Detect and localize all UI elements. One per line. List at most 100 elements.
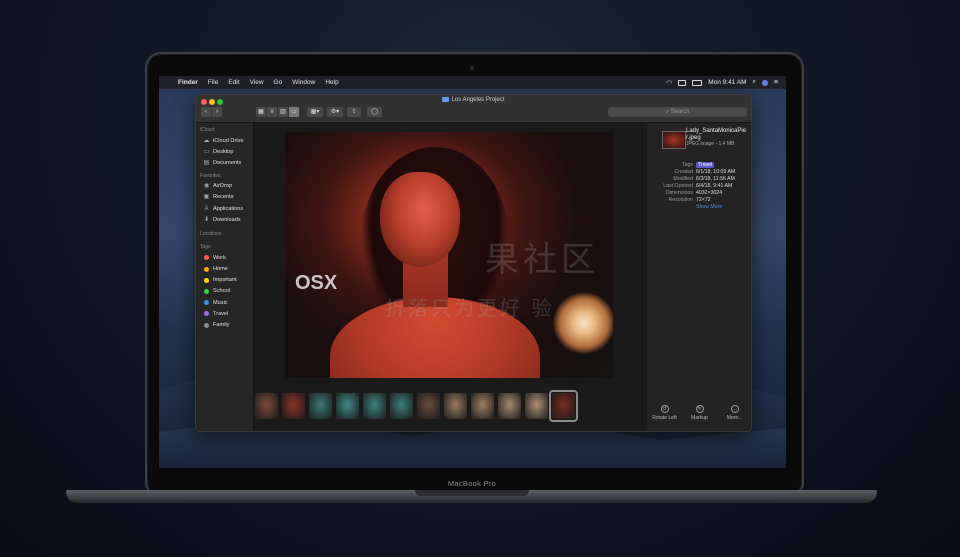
siri-icon[interactable] <box>761 79 768 86</box>
wifi-icon[interactable]: ◠ <box>666 79 672 87</box>
sidebar-item-label: Travel <box>213 310 229 317</box>
show-more-link[interactable]: Show More <box>696 204 722 211</box>
camera <box>470 66 474 70</box>
sidebar-tag-music[interactable]: Music <box>196 297 253 308</box>
tag-dot-icon <box>204 311 209 317</box>
airplay-icon[interactable] <box>678 79 687 86</box>
meta-row-resolution: Resolution 72×72 <box>647 197 751 204</box>
thumbnail[interactable] <box>363 393 386 419</box>
thumbnail[interactable] <box>282 393 305 419</box>
search-placeholder: Search <box>670 109 690 115</box>
image-face <box>380 172 460 267</box>
file-thumbnail <box>662 131 686 149</box>
forward-arrow-icon[interactable]: › <box>212 107 223 117</box>
menu-app-finder[interactable]: Finder <box>173 79 203 86</box>
document-icon: ▤ <box>203 159 210 166</box>
group-by-icon[interactable]: ▦▾ <box>307 107 323 117</box>
notification-center-icon[interactable]: ≡ <box>774 79 778 86</box>
gallery-view: 果社区 折落只为更好 验 OSX <box>254 123 645 431</box>
desktop-screen: Finder File Edit View Go Window Help ◠ M… <box>159 76 786 468</box>
sidebar-item-label: Recents <box>213 194 234 201</box>
sidebar-item-recents[interactable]: ▣ Recents <box>196 192 253 203</box>
meta-row-last-opened: Last Opened 6/4/18, 9:41 AM <box>647 183 751 190</box>
thumbnail-strip <box>254 389 646 423</box>
sidebar-item-label: Music <box>213 299 228 306</box>
sidebar-tag-school[interactable]: School <box>196 286 253 297</box>
sidebar-tag-important[interactable]: Important <box>196 275 253 286</box>
tag-dot-icon <box>204 277 209 283</box>
sidebar-item-desktop[interactable]: ▭ Desktop <box>196 146 253 157</box>
list-view-icon[interactable]: ≡ <box>267 107 278 117</box>
thumbnail[interactable] <box>417 393 440 419</box>
meta-value: 72×72 <box>696 197 711 203</box>
menu-view[interactable]: View <box>245 79 269 86</box>
sidebar-item-downloads[interactable]: ⬇ Downloads <box>196 214 253 225</box>
tag-dot-icon <box>204 322 209 328</box>
battery-icon[interactable] <box>692 79 703 86</box>
meta-row-show-more: Show More <box>647 204 751 211</box>
action-gear-icon[interactable]: ⚙▾ <box>327 107 343 117</box>
view-mode-segmented: ▦ ≡ ▥ ▭ <box>256 107 300 117</box>
menu-go[interactable]: Go <box>269 79 288 86</box>
meta-key: Modified <box>673 176 693 182</box>
watermark-text-cjk-2: 折落只为更好 验 <box>385 298 555 320</box>
menu-help[interactable]: Help <box>320 79 343 86</box>
thumbnail[interactable] <box>498 393 521 419</box>
thumbnail[interactable] <box>549 390 578 422</box>
thumbnail[interactable] <box>336 393 359 419</box>
markup-button[interactable]: ✎ Markup <box>684 405 716 421</box>
sidebar-item-airdrop[interactable]: ◉ AirDrop <box>196 181 253 192</box>
thumbnail[interactable] <box>444 393 467 419</box>
thumbnail[interactable] <box>255 393 278 419</box>
sidebar-tag-work[interactable]: Work <box>196 252 253 263</box>
menu-file[interactable]: File <box>203 79 223 86</box>
finder-window: Los Angeles Project ‹ › ▦ ≡ ▥ ▭ ▦▾ ⚙▾ ⇪ ◯… <box>195 94 752 432</box>
meta-value: 6/4/18, 9:41 AM <box>696 183 733 189</box>
preview-image[interactable]: 果社区 折落只为更好 验 OSX <box>285 132 613 378</box>
meta-key: Last Opened <box>663 183 693 189</box>
rotate-left-button[interactable]: ↺ Rotate Left <box>649 405 681 421</box>
menu-edit[interactable]: Edit <box>223 79 244 86</box>
tag-dot-icon <box>204 266 209 272</box>
search-field[interactable]: ⌕ Search <box>608 107 747 117</box>
sidebar-item-icloud-drive[interactable]: ☁ iCloud Drive <box>196 135 253 146</box>
markup-icon: ✎ <box>695 405 704 413</box>
search-icon[interactable]: ⌕ <box>753 79 756 86</box>
back-arrow-icon[interactable]: ‹ <box>201 107 212 117</box>
cloud-icon: ☁ <box>203 137 210 144</box>
metadata-list: Tags Travel Created 6/1/18, 10:09 AM Modif… <box>647 162 751 211</box>
recents-icon: ▣ <box>203 194 210 201</box>
column-view-icon[interactable]: ▥ <box>278 107 289 117</box>
thumbnail[interactable] <box>525 393 548 419</box>
sidebar-item-documents[interactable]: ▤ Documents <box>196 157 253 168</box>
tag-dot-icon <box>204 300 209 306</box>
sidebar-item-label: iCloud Drive <box>213 137 244 144</box>
meta-key: Created <box>674 169 693 175</box>
sidebar-tag-travel[interactable]: Travel <box>196 308 253 319</box>
icon-view-icon[interactable]: ▦ <box>256 107 267 117</box>
sidebar-item-applications[interactable]: A Applications <box>196 203 253 214</box>
download-icon: ⬇ <box>203 216 210 223</box>
window-toolbar: Los Angeles Project ‹ › ▦ ≡ ▥ ▭ ▦▾ ⚙▾ ⇪ ◯… <box>196 95 751 123</box>
file-kind: JPEG image - 1.4 MB <box>686 141 735 147</box>
more-button[interactable]: … More... <box>719 405 751 421</box>
watermark-osx: OSX <box>295 272 338 294</box>
status-area: ◠ Mon 9:41 AM ⌕ ≡ <box>666 79 786 87</box>
meta-row-created: Created 6/1/18, 10:09 AM <box>647 169 751 176</box>
thumbnail[interactable] <box>309 393 332 419</box>
tag-icon[interactable]: ◯ <box>367 107 382 117</box>
menu-window[interactable]: Window <box>287 79 320 86</box>
sidebar-heading-icloud: iCloud <box>200 127 215 133</box>
sidebar-tag-family[interactable]: Family <box>196 319 253 330</box>
sidebar-item-label: Work <box>213 254 226 261</box>
meta-row-modified: Modified 6/3/18, 11:56 AM <box>647 176 751 183</box>
sidebar-tag-home[interactable]: Home <box>196 264 253 275</box>
device-label: MacBook Pro <box>447 479 497 488</box>
gallery-view-icon[interactable]: ▭ <box>289 107 300 117</box>
thumbnail[interactable] <box>471 393 494 419</box>
share-icon[interactable]: ⇪ <box>347 107 361 117</box>
thumbnail[interactable] <box>390 393 413 419</box>
more-icon: … <box>730 405 739 413</box>
menu-clock[interactable]: Mon 9:41 AM <box>708 79 746 86</box>
tag-pill[interactable]: Travel <box>696 162 715 168</box>
